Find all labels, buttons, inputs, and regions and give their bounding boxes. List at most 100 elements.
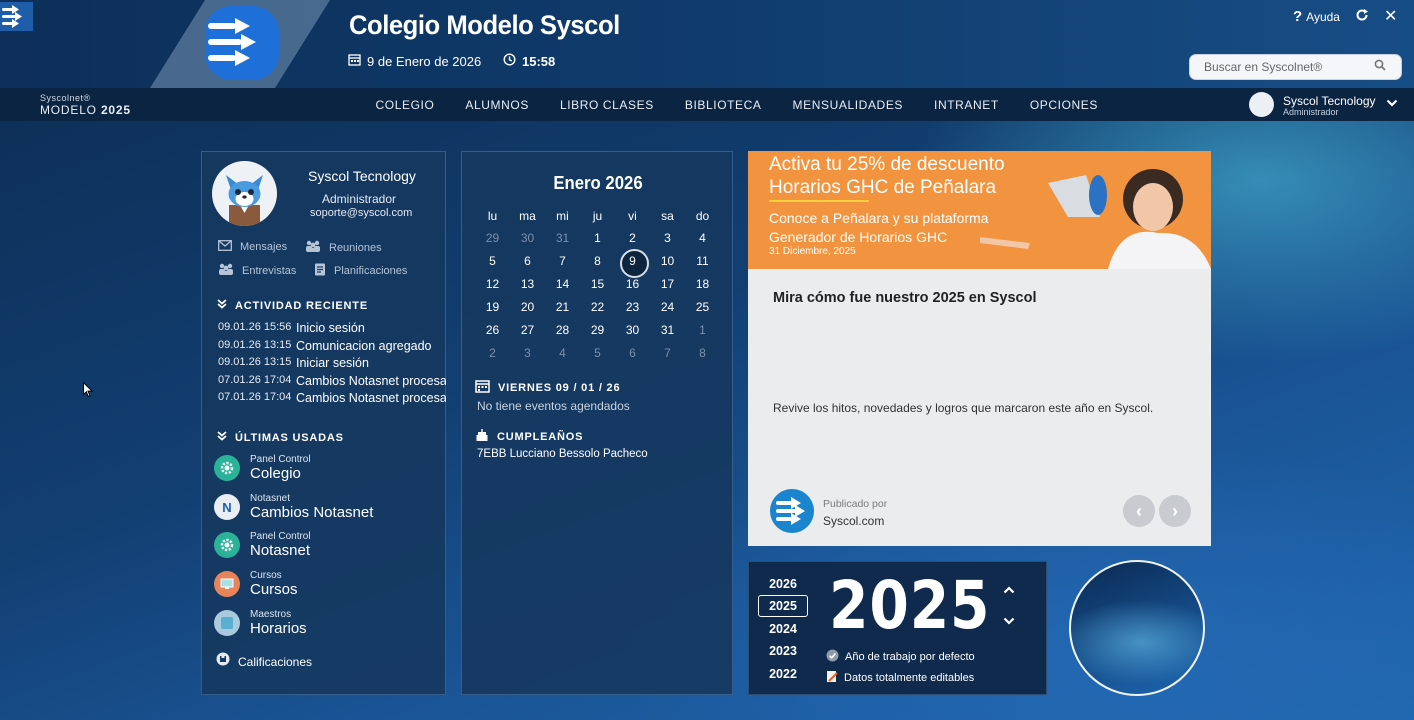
calendar-day[interactable]: 18 [685,273,720,296]
calendar-day[interactable]: 4 [545,342,580,365]
calendar-day[interactable]: 23 [615,296,650,319]
calendar-day[interactable]: 11 [685,250,720,273]
recent-heading[interactable]: ÚLTIMAS USADAS [217,431,344,444]
calendar-day-number: 9 [629,254,636,268]
calendar-day[interactable]: 1 [580,227,615,250]
recent-item-panel-control-notasnet[interactable]: Panel Control Notasnet [214,531,311,559]
calendar-day-number: 16 [625,277,640,291]
calendar-day[interactable]: 29 [580,319,615,342]
close-icon[interactable]: ✕ [1384,6,1397,26]
calendar-day[interactable]: 7 [545,250,580,273]
year-option-selected[interactable]: 2025 [758,595,808,617]
year-option[interactable]: 2026 [758,577,808,591]
birthday-entry[interactable]: 7EBB Lucciano Bessolo Pacheco [477,448,648,460]
activity-time: 09.01.26 13:15 [218,356,292,368]
calendar-day[interactable]: 5 [580,342,615,365]
recent-item-panel-control[interactable]: Panel Control Colegio [214,454,311,482]
activity-time: 07.01.26 17:04 [218,374,292,386]
news-prev-button[interactable]: ‹ [1123,495,1155,527]
interviews-link[interactable]: Entrevistas [218,263,296,278]
meetings-link[interactable]: Reuniones [305,240,382,255]
calendar-day[interactable]: 3 [650,227,685,250]
recent-item-cursos[interactable]: Cursos Cursos [214,570,298,598]
calendar-day[interactable]: 8 [685,342,720,365]
calendar-day[interactable]: 16 [615,273,650,296]
calendar-day[interactable]: 6 [615,342,650,365]
search-box[interactable] [1189,54,1402,80]
calendar-day[interactable]: 19 [475,296,510,319]
nav-item-libro-clases[interactable]: LIBRO CLASES [544,98,669,112]
calendar-day[interactable]: 22 [580,296,615,319]
calendar-day[interactable]: 7 [650,342,685,365]
calendar-day-number: 20 [520,300,535,314]
nav-item-intranet[interactable]: INTRANET [919,98,1015,112]
nav-item-biblioteca[interactable]: BIBLIOTECA [669,98,777,112]
nav-item-opciones[interactable]: OPCIONES [1014,98,1113,112]
interviews-label: Entrevistas [242,264,297,277]
brand-name: Syscolnet® [40,93,91,103]
calendar-day[interactable]: 2 [615,227,650,250]
planning-link[interactable]: Planificaciones [314,263,407,279]
calendar-day[interactable]: 29 [475,227,510,250]
calendar-day-today[interactable]: 9 [615,249,650,278]
activity-heading[interactable]: ACTIVIDAD RECIENTE [217,299,368,312]
recent-item-notasnet[interactable]: N Notasnet Cambios Notasnet [214,493,373,521]
calendar-day[interactable]: 2 [475,342,510,365]
calendar-month-title[interactable]: Enero 2026 [472,173,725,194]
calendar-day[interactable]: 10 [650,250,685,273]
refresh-icon[interactable] [1355,8,1369,26]
year-option[interactable]: 2022 [758,667,808,681]
user-name[interactable]: Syscol Tecnology [1283,94,1376,108]
syscol-logo-icon[interactable] [205,6,279,80]
calendar-day[interactable]: 3 [510,342,545,365]
calendar-day-number: 15 [590,277,605,291]
search-input[interactable] [1204,60,1374,74]
calendar-day[interactable]: 8 [580,250,615,273]
calendar-day[interactable]: 15 [580,273,615,296]
recent-item-horarios[interactable]: Maestros Horarios [214,609,307,637]
calendar-day[interactable]: 17 [650,273,685,296]
profile-avatar[interactable] [212,161,277,226]
messages-link[interactable]: Mensajes [218,240,287,254]
publisher-site[interactable]: Syscol.com [823,514,884,528]
help-button[interactable]: ? Ayuda [1293,8,1340,25]
calendar-day[interactable]: 13 [510,273,545,296]
news-next-button[interactable]: › [1159,495,1191,527]
syscolnet-small-logo-icon[interactable] [0,2,33,31]
promo-banner[interactable]: Activa tu 25% de descuento Horarios GHC … [748,151,1211,269]
calendar-day[interactable]: 31 [650,319,685,342]
year-up-button[interactable] [997,578,1021,602]
calendar-day[interactable]: 30 [510,227,545,250]
year-option[interactable]: 2024 [758,622,808,636]
birthdays-title: CUMPLEAÑOS [497,430,584,443]
nav-item-colegio[interactable]: COLEGIO [360,98,450,112]
calendar-day[interactable]: 6 [510,250,545,273]
nav-item-mensualidades[interactable]: MENSUALIDADES [777,98,919,112]
year-down-button[interactable] [997,609,1021,633]
calendar-day[interactable]: 25 [685,296,720,319]
calendar-day[interactable]: 24 [650,296,685,319]
calendar-day-number: 10 [660,254,675,268]
recent-item-calificaciones[interactable]: Calificaciones [216,652,312,671]
calendar-day[interactable]: 12 [475,273,510,296]
chevron-down-icon[interactable] [1386,97,1398,111]
year-option[interactable]: 2023 [758,644,808,658]
calendar-day[interactable]: 31 [545,227,580,250]
news-title[interactable]: Mira cómo fue nuestro 2025 en Syscol [773,290,1037,306]
calendar-day[interactable]: 28 [545,319,580,342]
nav-item-alumnos[interactable]: ALUMNOS [450,98,545,112]
calendar-day-number: 4 [559,346,566,360]
calendar-day[interactable]: 26 [475,319,510,342]
user-avatar[interactable] [1249,92,1274,117]
calendar-day[interactable]: 20 [510,296,545,319]
calendar-day[interactable]: 27 [510,319,545,342]
calendar-day[interactable]: 21 [545,296,580,319]
calendar-day[interactable]: 30 [615,319,650,342]
calendar-day[interactable]: 14 [545,273,580,296]
calendar-day[interactable]: 1 [685,319,720,342]
wallpaper-preview-circle[interactable] [1069,560,1205,696]
question-icon: ? [1293,8,1303,25]
search-icon[interactable] [1374,58,1386,76]
calendar-day[interactable]: 5 [475,250,510,273]
calendar-day[interactable]: 4 [685,227,720,250]
